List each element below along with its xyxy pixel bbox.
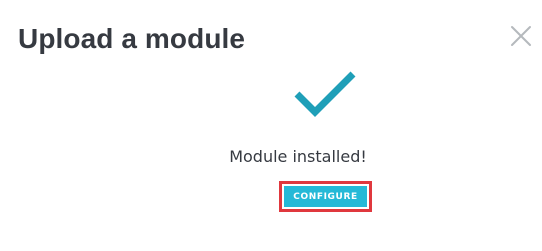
modal-title: Upload a module [18, 23, 246, 54]
install-status-message: Module installed! [229, 147, 367, 166]
close-icon [511, 26, 531, 46]
configure-button[interactable]: CONFIGURE [284, 186, 367, 207]
upload-module-modal: Upload a module Module installed! CONFIG… [0, 0, 542, 251]
checkmark-icon [294, 71, 356, 117]
success-area [0, 68, 542, 120]
configure-button-highlight: CONFIGURE [279, 181, 372, 212]
close-button[interactable] [509, 24, 533, 48]
